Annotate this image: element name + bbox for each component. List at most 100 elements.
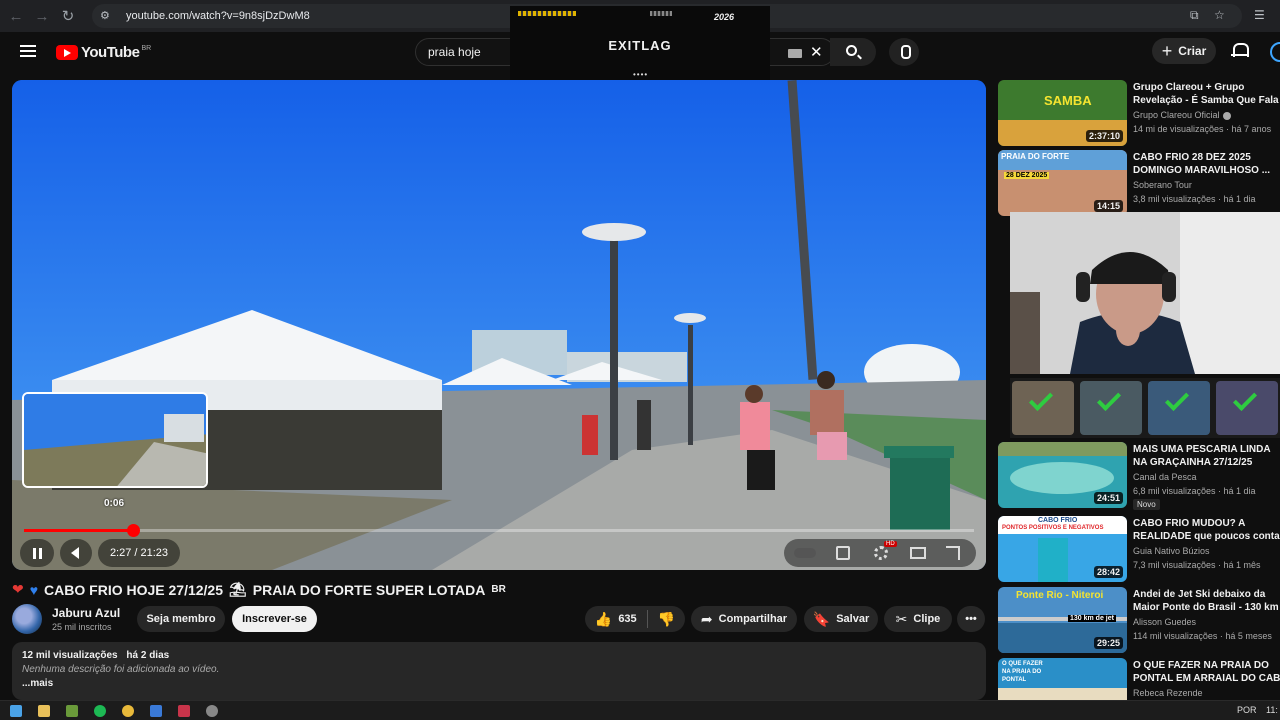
subscriber-count: 25 mil inscritos [52,622,112,632]
rec-channel[interactable]: Soberano Tour [1133,180,1192,190]
pause-button[interactable] [20,539,54,567]
bookmark-icon[interactable]: ☆ [1214,8,1225,22]
rec-item[interactable]: O QUE FAZER NA PRAIA DO PONTAL O QUE FAZ… [998,658,1280,700]
subscribe-button[interactable]: Inscrever-se [232,606,317,632]
rec-thumbnail[interactable]: PRAIA DO FORTE 28 DEZ 2025 14:15 [998,150,1127,216]
rec-channel[interactable]: Grupo Clareou Oficial [1133,110,1231,120]
rec-duration: 2:37:10 [1085,130,1123,142]
settings-icon[interactable] [874,546,888,560]
red-heart-icon: ❤ [12,581,24,597]
reload-icon[interactable]: ↻ [58,7,78,25]
bookmark-save-icon: 🔖 [812,610,831,627]
reading-list-icon[interactable]: ☰ [1254,8,1265,22]
obs-icon[interactable] [206,705,218,717]
back-icon[interactable]: ← [6,8,26,25]
new-badge: Novo [1133,499,1160,510]
plus-icon: + [1161,41,1173,61]
save-button[interactable]: 🔖 Salvar [804,606,878,632]
player-right-controls: HD [784,539,976,567]
show-more-link[interactable]: ...mais [22,678,976,689]
description-text: Nenhuma descrição foi adicionada ao víde… [22,664,220,675]
video-player[interactable]: 0:06 2:27 / 21:23 HD [12,80,986,570]
exitlag-year-tag: 2026 [714,12,735,22]
subtitles-icon[interactable] [836,546,850,560]
create-button[interactable]: + Criar [1152,38,1216,64]
taskbar-app-icon-3[interactable] [178,705,190,717]
dislike-icon[interactable]: 👎 [658,611,675,628]
install-icon[interactable]: ⧉ [1190,8,1199,23]
like-icon[interactable]: 👍 [595,611,612,628]
chrome-icon[interactable] [122,705,134,717]
thumb-subcaption: PONTOS POSITIVOS E NEGATIVOS [1002,525,1104,531]
like-dislike-group: 👍 635 👎 [585,606,685,632]
rec-thumbnail[interactable]: O QUE FAZER NA PRAIA DO PONTAL [998,658,1127,700]
scrub-preview [22,392,208,488]
rec-thumbnail[interactable]: Ponte Rio - Niteroi 130 km de jet 29:25 [998,587,1127,653]
rec-title-line2: REALIDADE que poucos contam [1133,531,1280,542]
rec-channel[interactable]: Alisson Guedes [1133,617,1196,627]
rec-thumbnail[interactable]: CABO FRIO PONTOS POSITIVOS E NEGATIVOS 2… [998,516,1127,582]
game-cards-overlay [1010,378,1280,438]
clip-button[interactable]: ✂ Clipe [884,606,952,632]
clip-label: Clipe [913,613,941,625]
theater-mode-icon[interactable] [910,547,926,559]
rec-channel[interactable]: Guia Nativo Búzios [1133,546,1210,556]
rec-thumbnail[interactable]: SAMBA 2:37:10 [998,80,1127,146]
logo-country: BR [141,45,152,52]
beach-umbrella-icon: ⛱ [229,581,247,597]
rec-thumbnail[interactable]: 24:51 [998,442,1127,508]
create-label: Criar [1178,44,1207,58]
clock[interactable]: 11: [1266,705,1278,715]
rec-title-line1: Andei de Jet Ski debaixo da [1133,589,1266,600]
share-button[interactable]: ➦ Compartilhar [691,606,797,632]
rec-item[interactable]: SAMBA 2:37:10 Grupo Clareou + Grupo Reve… [998,80,1280,146]
autoplay-toggle[interactable] [794,548,816,558]
clear-search-icon[interactable]: ✕ [810,43,823,61]
rec-title-line2: PONTAL EM ARRAIAL DO CABO [1133,673,1280,684]
rec-item[interactable]: CABO FRIO PONTOS POSITIVOS E NEGATIVOS 2… [998,516,1280,582]
webcam-frame [1010,212,1280,374]
share-icon: ➦ [700,610,713,627]
rec-item[interactable]: Ponte Rio - Niteroi 130 km de jet 29:25 … [998,587,1280,653]
description-box[interactable]: 12 mil visualizações há 2 dias Nenhuma d… [12,642,986,700]
rec-duration: 24:51 [1093,492,1123,504]
spotify-icon[interactable] [94,705,106,717]
menu-icon[interactable] [20,45,36,57]
game-card [1012,381,1074,435]
exitlag-overlay[interactable]: 2026 EXITLAG •••• [510,6,770,80]
thumb-caption: Ponte Rio - Niteroi [1016,590,1104,601]
share-label: Compartilhar [718,613,788,625]
taskbar-app-icon[interactable] [66,705,78,717]
notifications-icon[interactable] [1231,42,1249,60]
channel-name[interactable]: Jaburu Azul [52,606,120,620]
channel-avatar[interactable] [12,604,42,634]
hd-badge: HD [884,541,897,547]
keyboard-icon[interactable] [788,49,802,58]
game-card [1148,381,1210,435]
join-button[interactable]: Seja membro [137,606,225,632]
youtube-logo[interactable]: YouTube BR [56,44,151,61]
progress-bar[interactable] [24,524,974,537]
rec-item[interactable]: 24:51 MAIS UMA PESCARIA LINDA NA GRAÇAIN… [998,442,1280,510]
taskbar-app-icon-2[interactable] [150,705,162,717]
forward-icon[interactable]: → [32,8,52,25]
rec-title-line1: O QUE FAZER NA PRAIA DO [1133,660,1269,671]
streamer-webcam [1010,212,1280,374]
volume-icon[interactable] [60,539,92,567]
search-button[interactable] [830,38,876,66]
site-settings-icon[interactable]: ⚙ [100,9,114,23]
fullscreen-icon[interactable] [946,546,960,560]
logo-text: YouTube [81,44,140,61]
file-explorer-icon[interactable] [38,705,50,717]
input-language[interactable]: POR [1237,705,1257,715]
rec-title: MAIS UMA PESCARIA LINDA NA GRAÇAINHA 27/… [1133,443,1280,469]
more-actions-button[interactable]: ••• [957,606,985,632]
youtube-play-icon [56,45,78,60]
start-icon[interactable] [10,705,22,717]
rec-channel[interactable]: Canal da Pesca [1133,472,1197,482]
like-count[interactable]: 635 [618,613,636,625]
account-avatar[interactable] [1270,42,1280,62]
rec-channel[interactable]: Rebeca Rezende [1133,688,1203,698]
rec-item[interactable]: PRAIA DO FORTE 28 DEZ 2025 14:15 CABO FR… [998,150,1280,216]
voice-search-icon[interactable] [889,38,919,66]
